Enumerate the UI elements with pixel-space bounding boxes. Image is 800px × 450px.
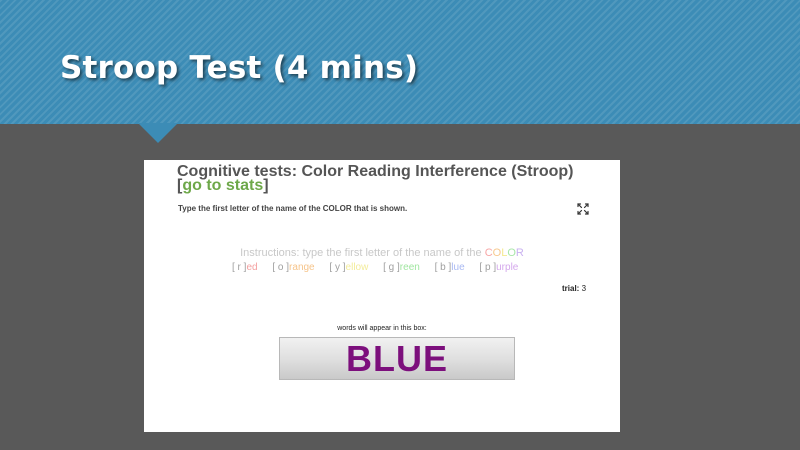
slide-title: Stroop Test (4 mins) [60,50,419,86]
slide: Stroop Test (4 mins) Cognitive tests: Co… [0,0,800,450]
legend-item-green: [ g ]reen [383,262,420,273]
app-title: Cognitive tests: Color Reading Interfere… [177,164,597,194]
legend-key: [ o ] [272,262,290,273]
stimulus-word-box: BLUE [279,337,515,380]
legend-label: range [289,262,315,273]
stimulus-word: BLUE [346,338,448,379]
color-letter: O [492,247,502,259]
task-instruction: Type the first letter of the name of the… [178,204,408,213]
legend-key: [ g ] [383,262,400,273]
legend-item-red: [ r ]ed [232,262,258,273]
color-letter: R [515,247,524,259]
trial-counter: trial: 3 [562,284,586,293]
instructions-text: Instructions: type the first letter of t… [240,247,485,259]
banner-notch [138,123,178,143]
legend-item-blue: [ b ]lue [435,262,465,273]
legend-label: urple [496,262,519,273]
color-instructions: Instructions: type the first letter of t… [144,247,620,259]
legend-label: ed [246,262,258,273]
expand-arrows-icon[interactable] [576,202,590,216]
trial-value: 3 [581,284,587,293]
word-box-caption: words will appear in this box: [337,325,427,332]
go-to-stats-link[interactable]: go to stats [182,177,263,194]
color-letter: O [507,247,516,259]
color-letter: C [484,247,493,259]
legend-key: [ y ] [329,262,346,273]
legend-label: reen [399,262,420,273]
legend-label: lue [451,262,465,273]
legend-item-orange: [ o ]range [272,262,314,273]
trial-label: trial: [562,284,580,293]
app-title-close-bracket: ] [263,177,269,194]
response-key-legend: [ r ]ed [ o ]range [ y ]ellow [ g ]reen … [232,262,530,273]
legend-item-yellow: [ y ]ellow [329,262,368,273]
legend-key: [ r ] [232,262,247,273]
stroop-app-screenshot: Cognitive tests: Color Reading Interfere… [144,160,620,432]
legend-item-purple: [ p ]urple [479,262,518,273]
legend-key: [ p ] [479,262,497,273]
color-word: COLOR [485,247,524,259]
legend-key: [ b ] [434,262,452,273]
legend-label: ellow [345,262,369,273]
